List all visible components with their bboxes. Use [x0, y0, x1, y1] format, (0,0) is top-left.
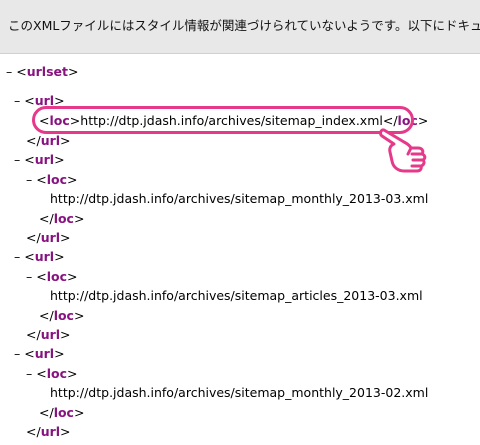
tree-line-urlset-open: – <urlset>: [6, 64, 79, 79]
tree-line-loc-open: – <loc>: [26, 269, 78, 284]
loc-tag: loc: [46, 172, 68, 187]
loc-value: http://dtp.jdash.info/archives/sitemap_m…: [50, 191, 429, 206]
loc-value: http://dtp.jdash.info/archives/sitemap_a…: [50, 288, 423, 303]
urlset-tag: urlset: [26, 64, 68, 79]
loc-tag: loc: [46, 269, 68, 284]
loc-tag: loc: [53, 308, 74, 323]
loc-tag: loc: [46, 366, 68, 381]
tree-line-loc-close: </loc>: [39, 211, 85, 226]
collapse-toggle-loc[interactable]: –: [26, 366, 32, 381]
collapse-toggle-url[interactable]: –: [14, 346, 20, 361]
loc-tag: loc: [53, 211, 74, 226]
pointing-hand-icon: [379, 128, 427, 173]
tree-line-loc-close: </loc>: [39, 405, 85, 420]
tree-line-url-open: – <url>: [14, 346, 65, 361]
url-tag: url: [40, 133, 61, 148]
collapse-toggle-loc[interactable]: –: [26, 269, 32, 284]
collapse-toggle-url[interactable]: –: [14, 93, 20, 108]
url-tag: url: [34, 346, 55, 361]
tree-line-url-open: – <url>: [14, 249, 65, 264]
url-tag: url: [34, 249, 55, 264]
loc-tag: loc: [53, 405, 74, 420]
url-tag: url: [40, 230, 61, 245]
banner-message: このXMLファイルにはスタイル情報が関連づけられていないようです。以下にドキュメ…: [8, 18, 480, 33]
tree-line-loc-text: http://dtp.jdash.info/archives/sitemap_m…: [50, 383, 428, 403]
tree-line-loc-open: – <loc>: [26, 172, 78, 187]
tree-line-loc-close: </loc>: [39, 308, 85, 323]
url-tag: url: [40, 424, 61, 439]
xml-style-info-banner: このXMLファイルにはスタイル情報が関連づけられていないようです。以下にドキュメ…: [0, 0, 480, 54]
tree-line-loc-text: http://dtp.jdash.info/archives/sitemap_a…: [50, 286, 423, 306]
tree-line-url-close: </url>: [26, 424, 71, 439]
tree-line-url-close: </url>: [26, 133, 71, 148]
tree-line-url-open: – <url>: [14, 152, 65, 167]
url-tag: url: [34, 152, 55, 167]
loc-value: http://dtp.jdash.info/archives/sitemap_m…: [50, 385, 429, 400]
tree-line-url-close: </url>: [26, 327, 71, 342]
url-tag: url: [40, 327, 61, 342]
tree-line-url-close: </url>: [26, 230, 71, 245]
collapse-toggle-urlset[interactable]: –: [6, 64, 12, 79]
tree-line-loc-text: http://dtp.jdash.info/archives/sitemap_m…: [50, 189, 428, 209]
loc-highlight-outline: [32, 106, 414, 134]
tree-line-loc-open: – <loc>: [26, 366, 78, 381]
collapse-toggle-url[interactable]: –: [14, 249, 20, 264]
collapse-toggle-loc[interactable]: –: [26, 172, 32, 187]
collapse-toggle-url[interactable]: –: [14, 152, 20, 167]
